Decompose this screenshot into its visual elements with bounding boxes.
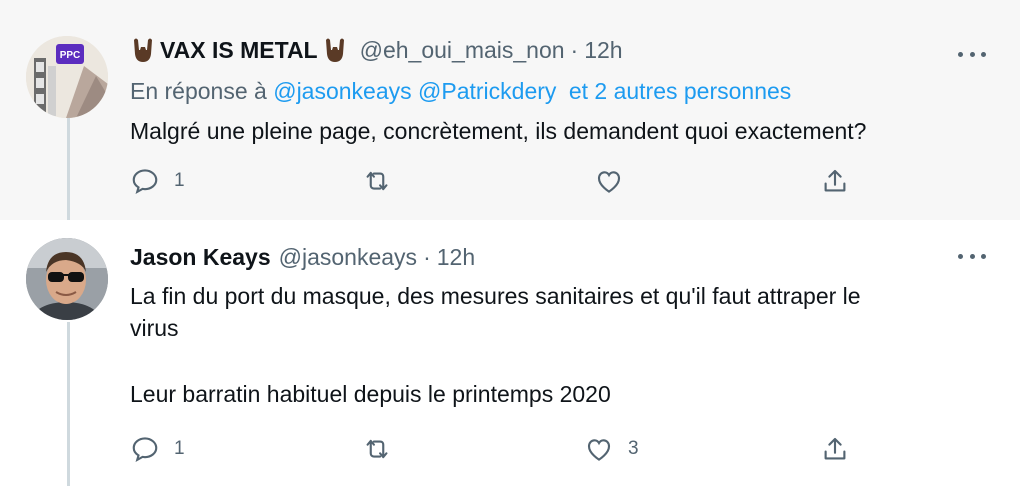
tweet-text: Malgré une pleine page, concrètement, il… bbox=[130, 118, 867, 144]
reply-button[interactable]: 1 bbox=[130, 166, 185, 196]
reply-count: 1 bbox=[174, 170, 185, 191]
reply-button[interactable]: 1 bbox=[130, 434, 185, 464]
avatar-image bbox=[26, 238, 108, 320]
user-handle[interactable]: @eh_oui_mais_non bbox=[360, 37, 565, 64]
user-handle[interactable]: @jasonkeays bbox=[279, 244, 417, 271]
like-icon bbox=[587, 439, 611, 461]
action-bar: 1 3 bbox=[130, 434, 860, 466]
separator: · bbox=[570, 36, 579, 63]
retweet-icon bbox=[366, 171, 388, 191]
like-button[interactable]: 3 bbox=[584, 434, 639, 464]
share-button[interactable] bbox=[820, 166, 850, 196]
avatar-badge: PPC bbox=[60, 50, 81, 61]
avatar[interactable]: PPC bbox=[26, 36, 108, 118]
retweet-button[interactable] bbox=[362, 166, 406, 196]
reply-icon bbox=[132, 437, 158, 463]
reply-icon bbox=[132, 169, 158, 195]
mention-link[interactable]: @Patrickdery bbox=[418, 78, 556, 104]
share-icon bbox=[824, 169, 846, 192]
retweet-icon bbox=[366, 439, 388, 459]
action-bar: 1 bbox=[130, 166, 860, 198]
timestamp[interactable]: 12h bbox=[584, 37, 622, 64]
sign-of-horns-emoji bbox=[130, 36, 156, 64]
thread-line bbox=[67, 322, 70, 486]
avatar[interactable] bbox=[26, 238, 108, 320]
share-icon bbox=[824, 437, 846, 460]
retweet-button[interactable] bbox=[362, 434, 406, 464]
sign-of-horns-emoji bbox=[322, 36, 348, 64]
reply-context: En réponse à @jasonkeays @Patrickdery et… bbox=[130, 78, 791, 105]
more-icon[interactable] bbox=[958, 44, 986, 64]
display-name[interactable]: VAX IS METAL bbox=[160, 37, 318, 64]
reply-count: 1 bbox=[174, 438, 185, 459]
like-icon bbox=[597, 171, 621, 193]
avatar-image: PPC bbox=[26, 36, 108, 118]
others-link[interactable]: et 2 autres personnes bbox=[569, 78, 791, 104]
tweet-vax-is-metal[interactable]: PPC VAX IS METAL @eh_oui_mais_non · 12h … bbox=[0, 0, 1020, 220]
separator: · bbox=[423, 244, 431, 270]
thread-line bbox=[67, 118, 70, 220]
tweet-text-line: virus bbox=[130, 315, 179, 341]
display-name[interactable]: Jason Keays bbox=[130, 244, 271, 271]
timestamp[interactable]: 12h bbox=[437, 244, 475, 271]
tweet-jason-keays[interactable]: Jason Keays @jasonkeays · 12h La fin du … bbox=[0, 220, 1020, 486]
tweet-text-line: La fin du port du masque, des mesures sa… bbox=[130, 283, 861, 309]
reply-prefix: En réponse à bbox=[130, 78, 267, 104]
mention-link[interactable]: @jasonkeays bbox=[273, 78, 411, 104]
tweet-text-line: Leur barratin habituel depuis le printem… bbox=[130, 381, 611, 407]
like-button[interactable] bbox=[594, 166, 638, 196]
tweet-header: VAX IS METAL @eh_oui_mais_non · 12h bbox=[130, 36, 623, 64]
like-count: 3 bbox=[628, 438, 639, 459]
tweet-header: Jason Keays @jasonkeays · 12h bbox=[130, 244, 475, 271]
share-button[interactable] bbox=[820, 434, 850, 464]
more-icon[interactable] bbox=[958, 246, 986, 266]
